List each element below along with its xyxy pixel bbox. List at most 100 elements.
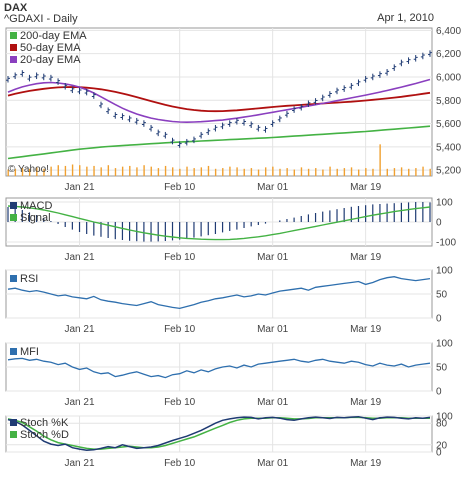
rsi-x-tick-label: Mar 19 bbox=[350, 324, 382, 335]
date-label: Apr 1, 2010 bbox=[377, 12, 434, 24]
volume-bar bbox=[179, 168, 181, 176]
stoch-legend-swatch bbox=[10, 419, 17, 426]
volume-bar bbox=[222, 168, 224, 176]
stoch-legend-label: Stoch %K bbox=[20, 417, 69, 429]
volume-bar bbox=[429, 168, 431, 176]
macd-legend-swatch bbox=[10, 214, 17, 221]
mfi-x-tick-label: Feb 10 bbox=[164, 397, 196, 408]
volume-bar bbox=[236, 167, 238, 176]
stoch-x-tick-label: Feb 10 bbox=[164, 458, 196, 469]
volume-bar bbox=[357, 169, 360, 176]
volume-bar bbox=[422, 166, 424, 176]
price-legend-label: 50-day EMA bbox=[20, 42, 81, 54]
rsi-y-tick-label: 50 bbox=[436, 290, 448, 301]
macd-legend-label: MACD bbox=[20, 200, 52, 212]
rsi-legend-label: RSI bbox=[20, 273, 38, 285]
volume-bar bbox=[386, 168, 388, 176]
mfi-legend-swatch bbox=[10, 348, 17, 355]
volume-bar bbox=[229, 166, 231, 176]
watermark-label: © Yahoo! bbox=[8, 164, 49, 175]
price-legend-label: 200-day EMA bbox=[20, 30, 87, 42]
volume-bar bbox=[336, 168, 338, 176]
volume-bar bbox=[150, 166, 152, 176]
volume-bar bbox=[279, 168, 281, 176]
volume-bar bbox=[322, 169, 324, 176]
chart-panels: 5,200 5,400 5,600 5,800 6,000 6,200 6,400 Jan 2… bbox=[5, 26, 461, 469]
volume-bar bbox=[415, 168, 417, 176]
mfi-y-tick-label: 50 bbox=[436, 363, 448, 374]
volume-bar bbox=[257, 169, 260, 176]
volume-bar bbox=[343, 168, 346, 176]
mfi-legend-label: MFI bbox=[20, 346, 39, 358]
volume-bar bbox=[86, 166, 88, 176]
volume-bar bbox=[193, 168, 195, 176]
price-y-tick-label: 6,000 bbox=[436, 72, 461, 83]
macd-x-tick-label: Feb 10 bbox=[164, 252, 196, 263]
price-x-tick-label: Mar 01 bbox=[257, 182, 289, 193]
price-y-tick-label: 5,200 bbox=[436, 166, 461, 177]
volume-bar bbox=[372, 168, 374, 176]
price-y-tick-label: 5,600 bbox=[436, 119, 461, 130]
macd-y-tick-label: -100 bbox=[436, 238, 456, 249]
volume-bar bbox=[408, 168, 410, 176]
volume-bar bbox=[64, 165, 67, 176]
mfi-x-tick-label: Mar 19 bbox=[350, 397, 382, 408]
macd-x-tick-label: Mar 19 bbox=[350, 252, 382, 263]
volume-bar bbox=[57, 165, 59, 176]
mfi-y-tick-label: 0 bbox=[436, 387, 442, 398]
price-y-tick-label: 6,400 bbox=[436, 26, 461, 37]
stoch-x-tick-label: Mar 19 bbox=[350, 458, 382, 469]
rsi-y-tick-label: 0 bbox=[436, 314, 442, 325]
price-legend-swatch bbox=[10, 32, 17, 39]
stock-chart: DAX ^GDAXI - Daily Apr 1, 2010 5,2005,40… bbox=[4, 2, 461, 469]
stoch-y-tick-label: 80 bbox=[436, 419, 448, 430]
price-x-tick-label: Feb 10 bbox=[164, 182, 196, 193]
volume-bar bbox=[157, 168, 160, 176]
volume-bar bbox=[114, 168, 117, 176]
price-y-tick-label: 5,800 bbox=[436, 96, 461, 107]
volume-bar bbox=[307, 168, 310, 176]
rsi-legend-swatch bbox=[10, 275, 17, 282]
volume-bar bbox=[93, 165, 95, 176]
volume-bar bbox=[129, 165, 131, 176]
volume-bar bbox=[100, 167, 102, 176]
volume-bar bbox=[107, 165, 110, 176]
price-x-tick-label: Jan 21 bbox=[65, 182, 95, 193]
rsi-x-tick-label: Jan 21 bbox=[65, 324, 95, 335]
volume-bar bbox=[379, 144, 381, 176]
stoch-x-tick-label: Mar 01 bbox=[257, 458, 289, 469]
stoch-y-tick-label: 0 bbox=[436, 448, 442, 459]
price-y-tick-label: 6,200 bbox=[436, 49, 461, 60]
rsi-y-tick-label: 100 bbox=[436, 266, 453, 277]
price-legend-swatch bbox=[10, 44, 17, 51]
macd-legend-swatch bbox=[10, 202, 17, 209]
volume-bar bbox=[264, 167, 267, 176]
macd-y-tick-label: 0 bbox=[436, 218, 442, 229]
volume-bar bbox=[136, 167, 138, 176]
rsi-x-tick-label: Feb 10 bbox=[164, 324, 196, 335]
volume-bar bbox=[207, 165, 210, 176]
volume-bar bbox=[164, 165, 167, 176]
volume-bar bbox=[243, 168, 245, 176]
volume-bar bbox=[186, 166, 188, 176]
mfi-x-tick-label: Mar 01 bbox=[257, 397, 289, 408]
volume-bar bbox=[400, 167, 403, 176]
volume-bar bbox=[315, 168, 317, 176]
volume-bar bbox=[286, 168, 288, 176]
volume-bar bbox=[300, 167, 303, 176]
macd-legend-label: Signal bbox=[20, 212, 51, 224]
volume-bar bbox=[214, 168, 217, 176]
price-legend-swatch bbox=[10, 56, 17, 63]
volume-bar bbox=[272, 166, 274, 176]
volume-bar bbox=[71, 164, 74, 176]
volume-bar bbox=[200, 167, 203, 176]
volume-bar bbox=[143, 165, 145, 176]
volume-bar bbox=[393, 168, 396, 176]
stoch-legend-swatch bbox=[10, 431, 17, 438]
stoch-legend-label: Stoch %D bbox=[20, 429, 69, 441]
stoch-x-tick-label: Jan 21 bbox=[65, 458, 95, 469]
macd-x-tick-label: Jan 21 bbox=[65, 252, 95, 263]
volume-bar bbox=[79, 165, 81, 176]
price-legend-label: 20-day EMA bbox=[20, 54, 81, 66]
ticker-label[interactable]: ^GDAXI - Daily bbox=[4, 13, 78, 25]
